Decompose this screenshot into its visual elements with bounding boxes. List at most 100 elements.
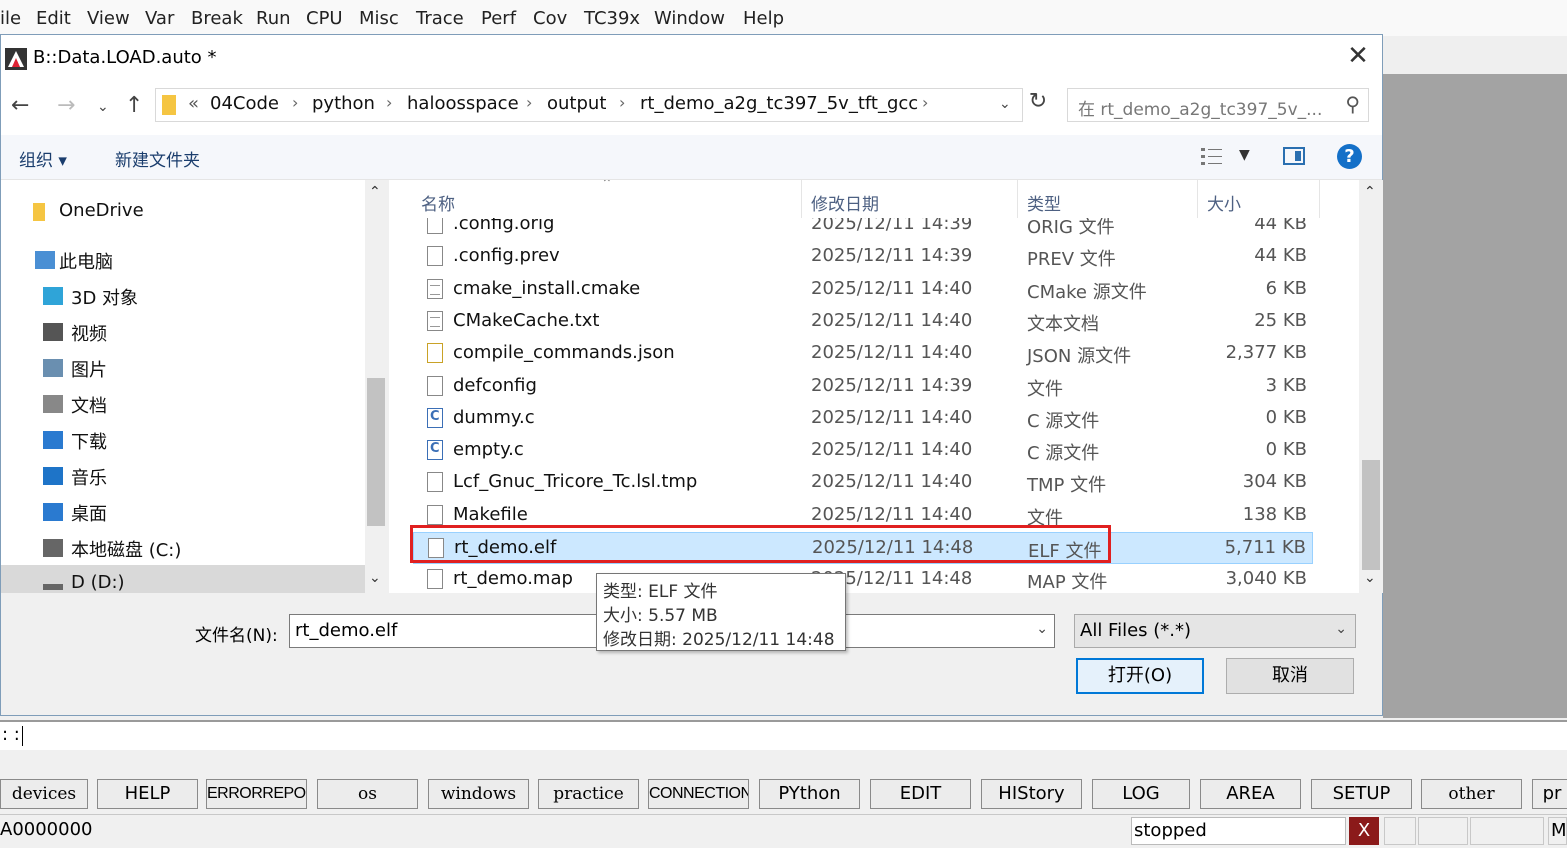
breadcrumb-separator-icon[interactable]: › (619, 93, 625, 112)
softkey-other[interactable]: other (1421, 779, 1522, 809)
menu-item-edit[interactable]: Edit (36, 8, 71, 29)
nav-item[interactable]: 此电脑 (59, 248, 113, 274)
address-bar[interactable]: « 04Code › python › haloosspace › output… (155, 88, 1023, 122)
scrollbar-thumb[interactable] (367, 378, 385, 526)
softkey-errorreporter[interactable]: ERRORREPORTER (206, 779, 307, 809)
menu-item-break[interactable]: Break (191, 8, 243, 29)
file-modified-date: 2025/12/11 14:40 (811, 503, 973, 525)
scroll-down-arrow-icon[interactable]: ⌄ (369, 570, 381, 586)
file-list-scrollbar[interactable]: ⌃ ⌄ (1359, 180, 1383, 593)
nav-item[interactable]: 桌面 (71, 500, 107, 526)
nav-item[interactable]: 音乐 (71, 464, 107, 490)
scroll-down-arrow-icon[interactable]: ⌄ (1364, 570, 1376, 586)
menu-item-run[interactable]: Run (256, 8, 291, 29)
navigation-pane-scrollbar[interactable]: ⌃ ⌄ (365, 180, 387, 593)
menu-item-help[interactable]: Help (743, 8, 784, 29)
breadcrumb-separator-icon[interactable]: › (292, 93, 298, 112)
scrollbar-thumb[interactable] (1362, 460, 1380, 570)
menu-item-trace[interactable]: Trace (416, 8, 464, 29)
close-button[interactable]: ✕ (1341, 41, 1375, 73)
softkey-setup[interactable]: SETUP (1311, 779, 1412, 809)
c-file-icon (427, 407, 443, 428)
cancel-button[interactable]: 取消 (1226, 658, 1354, 694)
file-type: C 源文件 (1027, 443, 1100, 465)
menu-item-window[interactable]: Window (654, 8, 725, 29)
menu-item-perf[interactable]: Perf (481, 8, 516, 29)
nav-item[interactable]: 3D 对象 (71, 284, 138, 310)
file-type-filter-select[interactable]: All Files (*.*) ⌄ (1074, 614, 1356, 648)
softkey-help[interactable]: HELP (97, 779, 198, 809)
search-input[interactable]: 在 rt_demo_a2g_tc397_5v_... ⚲ (1067, 88, 1369, 122)
softkey-history[interactable]: HIStory (981, 779, 1082, 809)
softkey-log[interactable]: LOG (1092, 779, 1190, 809)
breadcrumb-separator-icon[interactable]: › (922, 93, 928, 112)
column-header-name[interactable]: 名称 (421, 190, 455, 215)
breadcrumb-overflow[interactable]: « (188, 93, 199, 114)
softkey-area[interactable]: AREA (1200, 779, 1301, 809)
breadcrumb-separator-icon[interactable]: › (386, 93, 392, 112)
breadcrumb-current-folder[interactable]: rt_demo_a2g_tc397_5v_tft_gcc (640, 93, 918, 114)
file-row[interactable]: CMakeCache.txt 2025/12/11 14:40 文本文档 25 KB (413, 306, 1313, 338)
breadcrumb-04code[interactable]: 04Code (210, 93, 279, 114)
help-icon[interactable]: ? (1337, 144, 1362, 169)
breadcrumb-python[interactable]: python (312, 93, 375, 114)
nav-item[interactable]: D (D:) (71, 572, 125, 593)
column-header-size[interactable]: 大小 (1207, 190, 1241, 215)
column-header-type[interactable]: 类型 (1027, 190, 1061, 215)
preview-pane-icon[interactable] (1283, 147, 1305, 165)
menu-item-var[interactable]: Var (145, 8, 174, 29)
menu-item-tc39x[interactable]: TC39x (584, 8, 640, 29)
nav-item[interactable]: 本地磁盘 (C:) (71, 536, 181, 562)
menu-item-ile[interactable]: ile (0, 8, 21, 29)
file-row[interactable]: .config.prev 2025/12/11 14:39 PREV 文件 44 KB (413, 241, 1313, 273)
open-button[interactable]: 打开(O) (1076, 658, 1204, 694)
scroll-up-arrow-icon[interactable]: ⌃ (1364, 184, 1376, 200)
breadcrumb-haloosspace[interactable]: haloosspace (407, 93, 519, 114)
softkey-connection[interactable]: CONNECTION (648, 779, 749, 809)
menu-item-misc[interactable]: Misc (359, 8, 399, 29)
stop-x-icon[interactable]: X (1349, 817, 1379, 845)
nav-item[interactable]: 图片 (71, 356, 107, 382)
softkey-pr[interactable]: pr (1532, 779, 1567, 809)
view-dropdown-chevron-icon[interactable]: ▼ (1239, 147, 1250, 163)
command-line[interactable]: : : (0, 720, 1567, 750)
softkey-windows[interactable]: windows (428, 779, 529, 809)
file-row[interactable]: dummy.c 2025/12/11 14:40 C 源文件 0 KB (413, 403, 1313, 435)
breadcrumb-output[interactable]: output (547, 93, 606, 114)
softkey-practice[interactable]: practice (538, 779, 639, 809)
new-folder-button[interactable]: 新建文件夹 (115, 146, 200, 171)
column-header-date[interactable]: 修改日期 (811, 190, 879, 215)
back-arrow-icon[interactable]: ← (11, 93, 29, 118)
breadcrumb-separator-icon[interactable]: › (526, 93, 532, 112)
nav-item[interactable]: 下载 (71, 428, 107, 454)
view-options-icon[interactable] (1201, 147, 1223, 167)
file-row[interactable]: rt_demo.map 2025/12/11 14:48 MAP 文件 3,040 K… (413, 564, 1313, 593)
refresh-icon[interactable]: ↻ (1025, 89, 1051, 119)
status-right-text: M (1551, 820, 1567, 841)
file-row[interactable]: defconfig 2025/12/11 14:39 文件 3 KB (413, 371, 1313, 403)
filename-dropdown-chevron-icon[interactable]: ⌄ (1036, 621, 1048, 637)
softkey-devices[interactable]: devices (0, 779, 88, 809)
organize-menu-button[interactable]: 组织 ▾ (19, 146, 67, 171)
menu-item-cov[interactable]: Cov (533, 8, 567, 29)
softkey-python[interactable]: PYthon (759, 779, 860, 809)
file-row[interactable]: compile_commands.json 2025/12/11 14:40 JSO… (413, 338, 1313, 370)
file-row[interactable]: cmake_install.cmake 2025/12/11 14:40 CMake… (413, 274, 1313, 306)
nav-item[interactable]: OneDrive (59, 200, 144, 221)
file-row[interactable]: Lcf_Gnuc_Tricore_Tc.lsl.tmp 2025/12/11 14… (413, 467, 1313, 499)
scroll-up-arrow-icon[interactable]: ⌃ (369, 184, 381, 200)
file-row[interactable]: empty.c 2025/12/11 14:40 C 源文件 0 KB (413, 435, 1313, 467)
up-arrow-icon[interactable]: ↑ (125, 93, 143, 118)
filename-label: 文件名(N): (195, 626, 278, 646)
softkey-edit[interactable]: EDIT (870, 779, 971, 809)
address-dropdown-chevron-icon[interactable]: ⌄ (999, 96, 1011, 112)
menu-item-cpu[interactable]: CPU (306, 8, 343, 29)
softkey-os[interactable]: os (317, 779, 418, 809)
file-type: JSON 源文件 (1027, 346, 1132, 368)
menu-item-view[interactable]: View (87, 8, 130, 29)
nav-item[interactable]: 文档 (71, 392, 107, 418)
forward-arrow-icon[interactable]: → (57, 93, 75, 118)
recent-locations-chevron-icon[interactable]: ⌄ (97, 99, 109, 115)
nav-item[interactable]: 视频 (71, 320, 107, 346)
search-icon: ⚲ (1345, 92, 1360, 116)
